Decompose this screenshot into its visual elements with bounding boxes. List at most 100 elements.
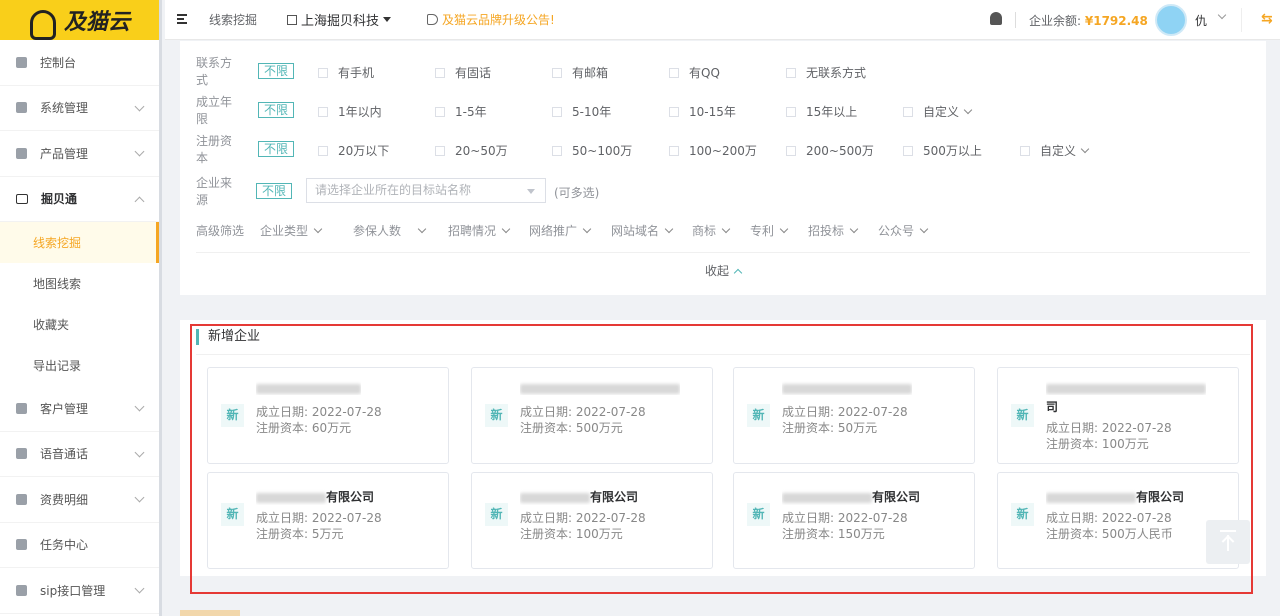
checkbox[interactable]: [435, 106, 445, 117]
filter-option[interactable]: 有手机: [318, 64, 374, 81]
filter-option[interactable]: 200~500万: [786, 142, 874, 159]
checkbox[interactable]: [552, 67, 562, 78]
filter-option[interactable]: 100~200万: [669, 142, 757, 159]
advanced-option[interactable]: 网络推广: [529, 222, 592, 239]
company-card[interactable]: 新 有限公司 成立日期: 2022-07-28 注册资本: 5万元: [207, 472, 449, 569]
filter-option[interactable]: 500万以上: [903, 142, 982, 159]
company-name-line2: 司: [1046, 400, 1059, 414]
sidebar-item-voice[interactable]: 语音通话: [0, 432, 159, 477]
filter-option[interactable]: 有QQ: [669, 64, 720, 81]
back-to-top-button[interactable]: [1206, 520, 1250, 564]
avatar[interactable]: [1155, 4, 1187, 36]
username[interactable]: 仇: [1195, 12, 1207, 29]
checkbox[interactable]: [786, 145, 796, 156]
new-badge: 新: [747, 503, 770, 526]
checkbox[interactable]: [552, 145, 562, 156]
sidebar-item-dashboard[interactable]: 控制台: [0, 40, 159, 86]
chevron-down-icon: [134, 101, 145, 111]
filter-option[interactable]: 有固话: [435, 64, 491, 81]
filter-option[interactable]: 1年以内: [318, 103, 382, 120]
advanced-option[interactable]: 公众号: [878, 222, 929, 239]
option-label: 自定义: [923, 105, 960, 119]
option-label: 有手机: [338, 66, 375, 80]
chevron-down-icon: [919, 224, 929, 233]
filter-option[interactable]: 有邮箱: [552, 64, 608, 81]
company-card[interactable]: 新 有限公司 成立日期: 2022-07-28 注册资本: 100万元: [471, 472, 713, 569]
sidebar-item-tasks[interactable]: 任务中心: [0, 523, 159, 568]
checkbox[interactable]: [786, 67, 796, 78]
filter-option[interactable]: 无联系方式: [786, 64, 866, 81]
option-label: 商标: [692, 224, 717, 238]
company-card[interactable]: 新 有限公司 成立日期: 2022-07-28 注册资本: 150万元: [733, 472, 975, 569]
filter-row-source: 企业来源 不限: [196, 176, 293, 207]
advanced-option[interactable]: 网站域名: [611, 222, 674, 239]
sidebar-subitem-map-leads[interactable]: 地图线索: [0, 263, 159, 304]
sidebar-item-product[interactable]: 产品管理: [0, 131, 159, 177]
company-card[interactable]: 新 成立日期: 2022-07-28 注册资本: 500万元: [471, 367, 713, 464]
sidebar-item-sip[interactable]: sip接口管理: [0, 568, 159, 614]
checkbox[interactable]: [318, 67, 328, 78]
company-card[interactable]: 新 成立日期: 2022-07-28 注册资本: 60万元: [207, 367, 449, 464]
checkbox[interactable]: [435, 67, 445, 78]
company-name: [520, 381, 680, 395]
company-card[interactable]: 新 成立日期: 2022-07-28 注册资本: 50万元: [733, 367, 975, 464]
sidebar-subitem-favorites[interactable]: 收藏夹: [0, 304, 159, 345]
company-name: [782, 381, 912, 395]
sidebar-item-juebeitong[interactable]: 掘贝通: [0, 177, 159, 222]
unlimited-button[interactable]: 不限: [258, 102, 295, 118]
unlimited-button[interactable]: 不限: [256, 183, 293, 199]
filter-option[interactable]: 20万以下: [318, 142, 389, 159]
advanced-option[interactable]: 专利: [750, 222, 789, 239]
checkbox[interactable]: [1020, 145, 1030, 156]
sidebar-subitem-lead-mining[interactable]: 线索挖掘: [0, 222, 159, 263]
chevron-down-icon: [417, 224, 427, 233]
checkbox[interactable]: [435, 145, 445, 156]
filter-option[interactable]: 1-5年: [435, 103, 487, 120]
checkbox[interactable]: [552, 106, 562, 117]
sidebar-subitem-export-records[interactable]: 导出记录: [0, 345, 159, 386]
bell-icon[interactable]: [990, 12, 1002, 25]
founded-date: 成立日期: 2022-07-28: [520, 405, 646, 419]
advanced-option[interactable]: 招投标: [808, 222, 859, 239]
filter-option-custom[interactable]: 自定义: [1020, 142, 1090, 159]
checkbox[interactable]: [903, 106, 913, 117]
sidebar-item-customers[interactable]: 客户管理: [0, 386, 159, 432]
filter-option[interactable]: 50~100万: [552, 142, 632, 159]
logo[interactable]: 及猫云: [0, 0, 159, 40]
company-card[interactable]: 新 司 成立日期: 2022-07-28 注册资本: 100万元: [997, 367, 1239, 464]
advanced-option[interactable]: 参保人数: [353, 222, 427, 239]
checkbox[interactable]: [669, 106, 679, 117]
checkbox[interactable]: [318, 145, 328, 156]
company-selector[interactable]: 上海掘贝科技: [287, 10, 392, 29]
founded-date: 成立日期: 2022-07-28: [256, 405, 382, 419]
advanced-option[interactable]: 企业类型: [260, 222, 323, 239]
filter-option[interactable]: 10-15年: [669, 103, 736, 120]
switch-icon[interactable]: ⇆: [1261, 12, 1277, 26]
checkbox[interactable]: [318, 106, 328, 117]
filter-option[interactable]: 15年以上: [786, 103, 857, 120]
balance: 企业余额: ¥1792.48: [1029, 12, 1148, 29]
unlimited-button[interactable]: 不限: [258, 141, 295, 157]
menu-toggle-icon[interactable]: [177, 14, 191, 25]
announcement-link[interactable]: 及猫云品牌升级公告!: [427, 11, 555, 28]
sidebar-item-billing[interactable]: 资费明细: [0, 477, 159, 523]
filter-option-custom[interactable]: 自定义: [903, 103, 973, 120]
new-badge: 新: [1011, 404, 1034, 427]
option-label: 自定义: [1040, 144, 1077, 158]
advanced-option[interactable]: 商标: [692, 222, 731, 239]
checkbox[interactable]: [669, 145, 679, 156]
checkbox[interactable]: [669, 67, 679, 78]
filter-option[interactable]: 20~50万: [435, 142, 508, 159]
collapse-button[interactable]: 收起: [180, 262, 1266, 279]
checkbox[interactable]: [903, 145, 913, 156]
company-card[interactable]: 新 有限公司 成立日期: 2022-07-28 注册资本: 500万人民币: [997, 472, 1239, 569]
sidebar-item-system[interactable]: 系统管理: [0, 86, 159, 131]
filter-label: 联系方式: [196, 56, 233, 87]
sidebar-item-label: 语音通话: [40, 447, 89, 462]
filter-option[interactable]: 5-10年: [552, 103, 611, 120]
advanced-option[interactable]: 招聘情况: [448, 222, 511, 239]
checkbox[interactable]: [786, 106, 796, 117]
source-select[interactable]: 请选择企业所在的目标站名称: [306, 178, 546, 203]
chevron-down-icon[interactable]: [1217, 10, 1227, 20]
unlimited-button[interactable]: 不限: [258, 63, 295, 79]
